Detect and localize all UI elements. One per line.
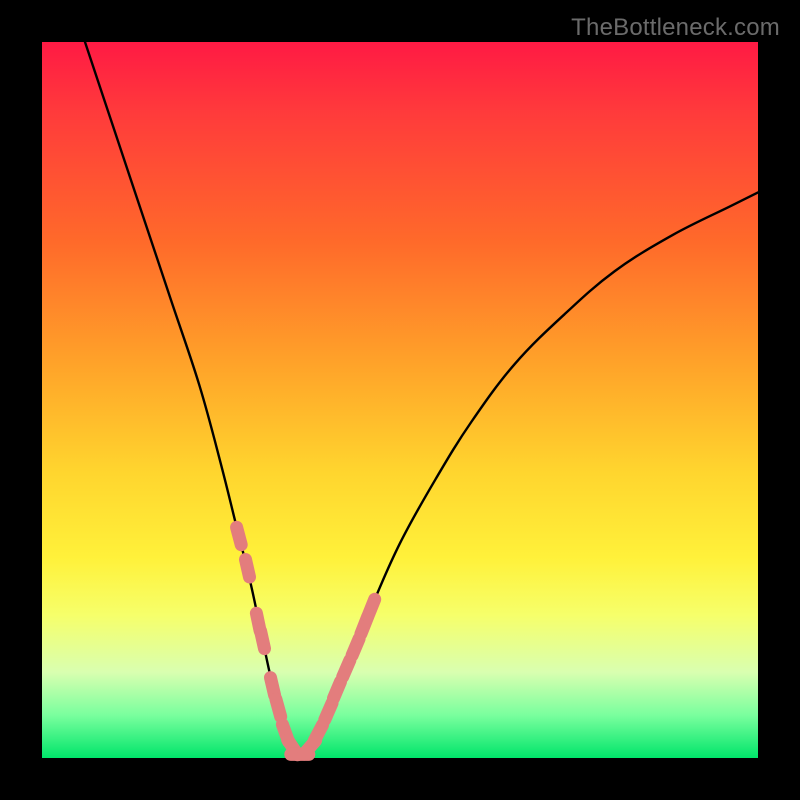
- marker-segment: [237, 527, 242, 544]
- chart-frame: TheBottleneck.com: [0, 0, 800, 800]
- marker-segment: [271, 678, 275, 696]
- curve-layer: [42, 42, 758, 758]
- curve-path: [85, 42, 758, 758]
- marker-segment: [334, 682, 341, 699]
- marker-segment: [368, 599, 375, 616]
- marker-segment: [343, 660, 350, 677]
- watermark-text: TheBottleneck.com: [571, 14, 780, 42]
- plot-area: [42, 42, 758, 758]
- bottleneck-curve: [85, 42, 758, 758]
- marker-segment: [325, 703, 332, 720]
- marker-segment: [352, 639, 359, 656]
- marker-segment: [246, 560, 250, 578]
- marker-segment: [314, 725, 322, 741]
- marker-segment: [261, 631, 265, 649]
- highlighted-markers: [237, 527, 375, 754]
- marker-segment: [276, 699, 281, 716]
